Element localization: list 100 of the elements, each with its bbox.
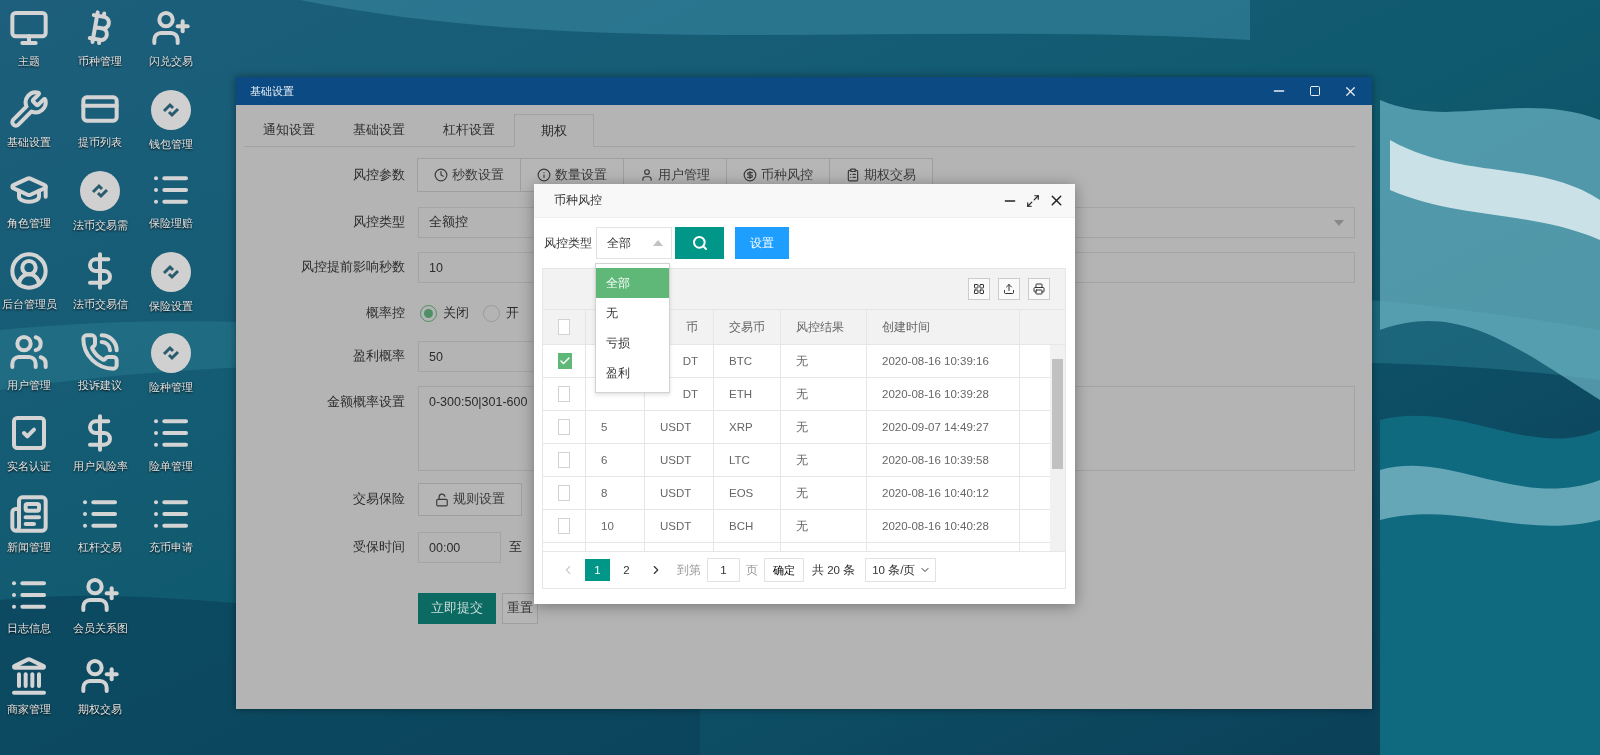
column-header: 风控结果 (796, 319, 844, 335)
table-cell: 5 (601, 421, 608, 433)
desktop-icon-label[interactable]: 实名认证 (7, 459, 51, 474)
page-unit: 页 (746, 562, 758, 578)
select-field[interactable]: 全部 (596, 227, 672, 259)
bank-icon[interactable] (9, 656, 49, 696)
user-plus-icon[interactable] (80, 575, 120, 615)
link-icon[interactable] (79, 170, 121, 212)
desktop-icon-label[interactable]: 提币列表 (78, 135, 122, 150)
checkbox-icon[interactable] (9, 413, 49, 453)
page-button[interactable]: 1 (585, 559, 610, 581)
checkbox[interactable] (558, 485, 570, 501)
range-separator: 至 (509, 539, 522, 556)
desktop-icon-label[interactable]: 险单管理 (149, 459, 193, 474)
search-icon (691, 235, 708, 251)
tab[interactable]: 期权 (514, 114, 594, 147)
field-label: 概率控 (365, 304, 406, 322)
checkbox[interactable] (558, 419, 570, 435)
desktop-icon-label[interactable]: 投诉建议 (78, 378, 122, 393)
time-field[interactable]: 00:00 (418, 532, 501, 563)
checkbox[interactable] (558, 518, 570, 534)
print-icon[interactable] (1028, 278, 1050, 300)
table-cell: ETH (729, 388, 752, 400)
caret-icon (653, 240, 663, 246)
desktop-icon-label[interactable]: 商家管理 (7, 702, 51, 717)
desktop-icon-label[interactable]: 用户风险率 (72, 459, 128, 474)
page-button[interactable]: 2 (614, 559, 639, 581)
link-icon[interactable] (150, 89, 192, 131)
table-cell: BCH (729, 520, 754, 532)
users-icon[interactable] (9, 332, 49, 372)
field-label: 风控类型 (352, 214, 406, 231)
info-icon (537, 168, 551, 182)
monitor-icon[interactable] (9, 8, 49, 48)
search-button[interactable] (675, 227, 724, 259)
desktop-icon-label[interactable]: 会员关系图 (72, 621, 128, 636)
maximize-icon[interactable] (1026, 193, 1040, 208)
radio-option[interactable]: 关闭 (420, 304, 469, 322)
desktop-icon-label[interactable]: 保险设置 (149, 299, 193, 314)
reset-button[interactable]: 重置 (502, 593, 538, 624)
maximize-icon[interactable] (1309, 85, 1321, 97)
clipboard-icon (846, 168, 860, 182)
window-title: 基础设置 (250, 83, 295, 99)
dropdown-option[interactable]: 亏损 (596, 328, 669, 358)
tab[interactable]: 基础设置 (334, 114, 424, 146)
page-size-select[interactable]: 10 条/页 (865, 558, 937, 582)
total-count: 共 20 条 (812, 562, 856, 578)
page-input[interactable]: 1 (707, 558, 740, 582)
desktop-icon-label[interactable]: 法币交易需 (72, 218, 128, 233)
desktop-icon-label[interactable]: 保险理赔 (149, 216, 193, 231)
link-icon[interactable] (150, 251, 192, 293)
tab[interactable]: 通知设置 (244, 114, 334, 146)
desktop-icon-label[interactable]: 用户管理 (7, 378, 51, 393)
field-label: 风控提前影响秒数 (300, 259, 406, 276)
table-cell: 无 (796, 485, 808, 501)
submit-button[interactable]: 立即提交 (418, 593, 496, 624)
user-icon (640, 168, 654, 182)
segment-button[interactable]: 秒数设置 (417, 158, 521, 192)
newspaper-icon[interactable] (9, 494, 49, 534)
radio-option[interactable]: 开 (483, 304, 519, 322)
checkbox[interactable] (558, 319, 570, 335)
dropdown-option[interactable]: 无 (596, 298, 669, 328)
dialog-title: 币种风控 (554, 193, 603, 208)
table-cell: 8 (601, 487, 608, 499)
checkbox[interactable] (558, 452, 570, 468)
desktop-icon-label[interactable]: 杠杆交易 (78, 540, 122, 555)
table-cell: 2020-08-16 10:39:58 (882, 454, 989, 466)
table-cell: USDT (660, 487, 692, 499)
phone-icon[interactable] (80, 332, 120, 372)
dropdown-option[interactable]: 盈利 (596, 358, 669, 388)
table-cell: 10 (601, 520, 614, 532)
checkbox[interactable] (558, 353, 572, 369)
scrollbar[interactable] (1050, 345, 1065, 551)
checkbox[interactable] (558, 386, 570, 402)
columns-icon[interactable] (968, 278, 990, 300)
desktop-icon-label[interactable]: 角色管理 (7, 216, 51, 231)
table-cell: 无 (796, 386, 808, 402)
desktop-icon-label[interactable]: 后台管理员 (1, 297, 57, 312)
rule-settings-button[interactable]: 规则设置 (418, 483, 522, 516)
desktop-icon-label[interactable]: 主题 (18, 54, 40, 69)
desktop-icon-label[interactable]: 险种管理 (149, 380, 193, 395)
tab[interactable]: 杠杆设置 (424, 114, 514, 146)
confirm-button[interactable]: 确定 (764, 558, 804, 582)
link-icon[interactable] (150, 332, 192, 374)
desktop-icon-label[interactable]: 钱包管理 (149, 137, 193, 152)
export-icon[interactable] (998, 278, 1020, 300)
user-plus-icon[interactable] (80, 656, 120, 696)
table-cell: XRP (729, 421, 753, 433)
desktop-icon-label[interactable]: 充币申请 (149, 540, 193, 555)
user-plus-icon[interactable] (151, 8, 191, 48)
desktop-icon-label[interactable]: 法币交易信 (72, 297, 128, 312)
desktop-icon-label[interactable]: 基础设置 (7, 135, 51, 150)
desktop-icon-label[interactable]: 新闻管理 (7, 540, 51, 555)
desktop-icon-label[interactable]: 币种管理 (78, 54, 122, 69)
desktop-icon-label[interactable]: 闪兑交易 (149, 54, 193, 69)
desktop-icon-label[interactable]: 日志信息 (7, 621, 51, 636)
desktop-icon-label[interactable]: 期权交易 (78, 702, 122, 717)
user-icon[interactable] (9, 251, 49, 291)
goto-label: 到第 (677, 562, 701, 578)
clock-icon (434, 168, 448, 182)
wrench-icon[interactable] (9, 89, 49, 129)
